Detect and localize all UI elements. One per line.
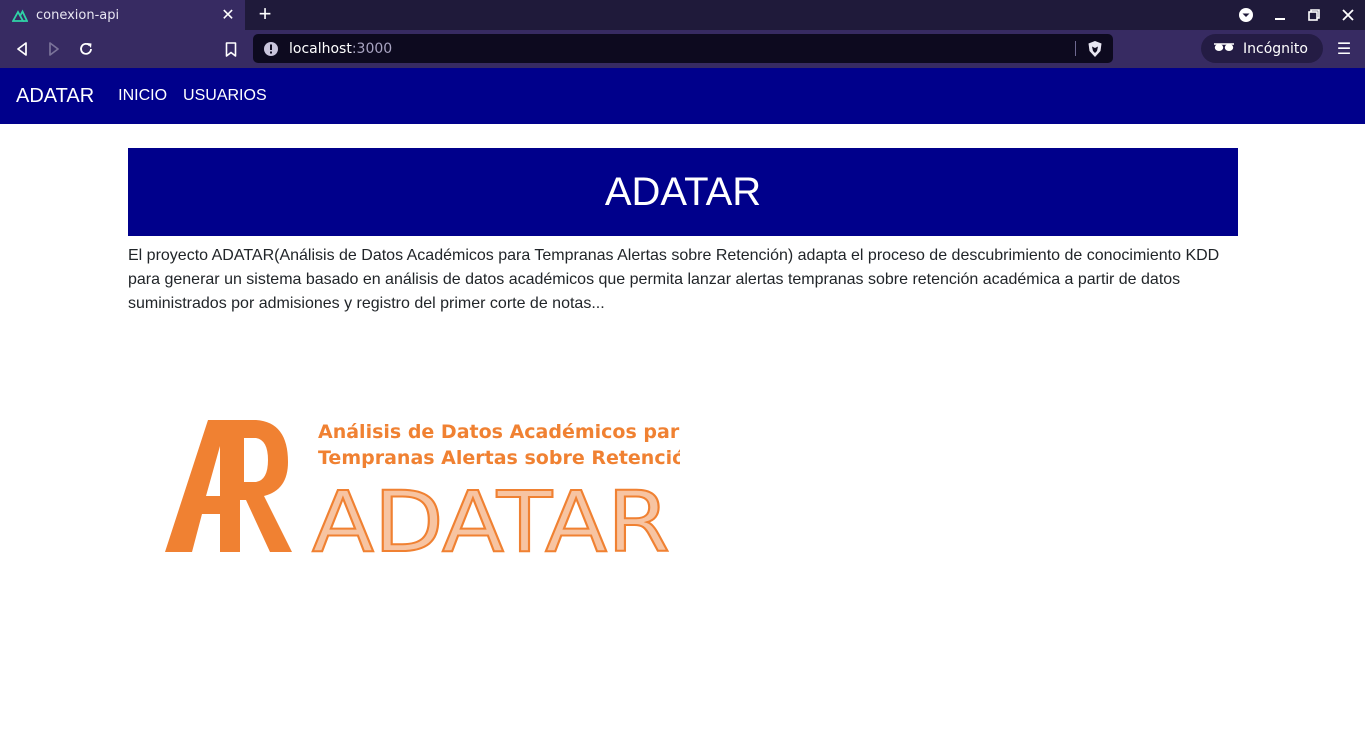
menu-icon[interactable]: ☰ (1334, 37, 1354, 61)
new-tab-button[interactable]: + (254, 3, 276, 27)
close-window-icon[interactable] (1331, 0, 1365, 30)
forward-icon[interactable] (42, 37, 66, 61)
logo-tagline-line2: Tempranas Alertas sobre Retención (318, 447, 680, 469)
nav-link-inicio[interactable]: INICIO (118, 87, 167, 105)
minimize-icon[interactable] (1263, 0, 1297, 30)
reload-icon[interactable] (74, 37, 98, 61)
incognito-label: Incógnito (1243, 40, 1308, 57)
window-controls (1229, 0, 1365, 30)
logo-tagline-line1: Análisis de Datos Académicos para (318, 421, 680, 443)
bookmark-icon[interactable] (221, 37, 241, 61)
navbar-brand[interactable]: ADATAR (16, 85, 94, 108)
url-divider (1075, 41, 1076, 56)
tab-close-icon[interactable]: ✕ (219, 5, 237, 25)
hero-title: ADATAR (604, 169, 762, 214)
hero-banner: ADATAR (128, 148, 1238, 236)
incognito-button[interactable]: Incógnito (1201, 34, 1323, 63)
site-info-icon[interactable] (263, 41, 279, 57)
browser-tab[interactable]: conexion-api ✕ (0, 0, 245, 30)
browser-toolbar: localhost:3000 Incógnito ☰ (0, 30, 1365, 68)
logo-wordmark: ADATAR (312, 473, 670, 560)
brave-shield-icon[interactable] (1086, 40, 1104, 58)
project-description: El proyecto ADATAR(Análisis de Datos Aca… (128, 247, 1220, 312)
site-navbar: ADATAR INICIO USUARIOS (0, 68, 1365, 124)
restore-icon[interactable] (1297, 0, 1331, 30)
nuxt-favicon-icon (12, 7, 28, 23)
tab-title: conexion-api (36, 7, 120, 23)
incognito-icon (1213, 40, 1235, 58)
back-icon[interactable] (10, 37, 34, 61)
adatar-logo: Análisis de Datos Académicos para Tempra… (160, 410, 699, 572)
url-host: localhost (289, 40, 352, 57)
address-bar[interactable]: localhost:3000 (253, 34, 1113, 63)
tab-strip: conexion-api ✕ + (0, 0, 1365, 30)
url-port: :3000 (351, 40, 393, 57)
tab-search-icon[interactable] (1229, 0, 1263, 30)
nav-link-usuarios[interactable]: USUARIOS (183, 87, 267, 105)
